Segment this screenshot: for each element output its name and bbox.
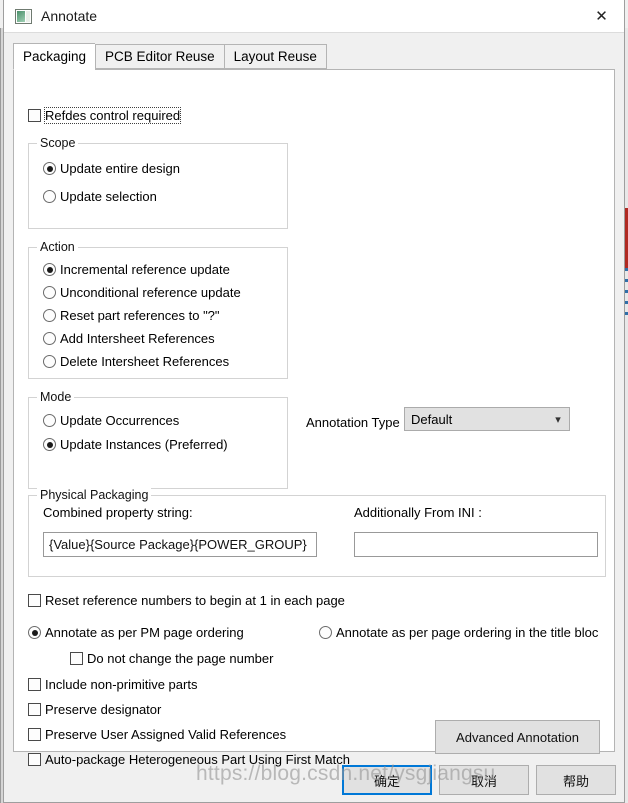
- annotate-dialog: Annotate ✕ Packaging PCB Editor Reuse La…: [3, 0, 625, 803]
- annotate-per-pm-page-ordering-label: Annotate as per PM page ordering: [45, 625, 244, 640]
- packaging-tab-panel: Refdes control required Scope Update ent…: [13, 69, 615, 752]
- action-label-incremental: Incremental reference update: [60, 262, 230, 277]
- help-button[interactable]: 帮助: [536, 765, 616, 795]
- annotate-app-icon: [15, 9, 32, 24]
- dialog-footer: 确定 取消 帮助: [4, 752, 624, 802]
- mode-radio-update-instances[interactable]: [43, 438, 56, 451]
- action-radio-unconditional[interactable]: [43, 286, 56, 299]
- scope-label-update-selection: Update selection: [60, 189, 157, 204]
- action-option-incremental[interactable]: Incremental reference update: [43, 262, 230, 277]
- scope-group-title: Scope: [37, 136, 78, 150]
- action-option-delete-intersheet[interactable]: Delete Intersheet References: [43, 354, 229, 369]
- annotation-type-label: Annotation Type: [306, 415, 400, 430]
- annotate-per-pm-page-ordering-option[interactable]: Annotate as per PM page ordering: [28, 625, 244, 640]
- action-option-unconditional[interactable]: Unconditional reference update: [43, 285, 241, 300]
- combined-property-string-input[interactable]: [43, 532, 317, 557]
- mode-option-update-instances[interactable]: Update Instances (Preferred): [43, 437, 228, 452]
- action-label-reset-part-references: Reset part references to "?": [60, 308, 220, 323]
- action-label-add-intersheet: Add Intersheet References: [60, 331, 215, 346]
- action-group-title: Action: [37, 240, 78, 254]
- reset-reference-numbers-box[interactable]: [28, 594, 41, 607]
- action-group: Action Incremental reference update Unco…: [28, 247, 288, 379]
- include-non-primitive-parts-checkbox[interactable]: Include non-primitive parts: [28, 677, 197, 692]
- reset-reference-numbers-checkbox[interactable]: Reset reference numbers to begin at 1 in…: [28, 593, 353, 608]
- refdes-control-required-box[interactable]: [28, 109, 41, 122]
- preserve-user-assigned-valid-references-checkbox[interactable]: Preserve User Assigned Valid References: [28, 727, 286, 742]
- scope-radio-update-selection[interactable]: [43, 190, 56, 203]
- mode-group: Mode Update Occurrences Update Instances…: [28, 397, 288, 489]
- physical-packaging-group-title: Physical Packaging: [37, 488, 151, 502]
- annotation-type-dropdown[interactable]: Default ▾: [404, 407, 570, 431]
- scope-radio-entire-design[interactable]: [43, 162, 56, 175]
- tab-pcb-editor-reuse[interactable]: PCB Editor Reuse: [95, 44, 224, 69]
- refdes-control-required-label: Refdes control required: [45, 108, 180, 123]
- action-radio-delete-intersheet[interactable]: [43, 355, 56, 368]
- additionally-from-ini-label: Additionally From INI :: [354, 505, 482, 520]
- additionally-from-ini-input[interactable]: [354, 532, 598, 557]
- preserve-designator-checkbox[interactable]: Preserve designator: [28, 702, 161, 717]
- refdes-control-required-checkbox[interactable]: Refdes control required: [28, 108, 180, 123]
- scope-group: Scope Update entire design Update select…: [28, 143, 288, 229]
- chevron-down-icon[interactable]: ▾: [547, 413, 569, 426]
- mode-radio-update-occurrences[interactable]: [43, 414, 56, 427]
- preserve-user-assigned-valid-references-box[interactable]: [28, 728, 41, 741]
- include-non-primitive-parts-label: Include non-primitive parts: [45, 677, 197, 692]
- annotate-per-title-block-ordering-option[interactable]: Annotate as per page ordering in the tit…: [319, 625, 599, 640]
- action-radio-incremental[interactable]: [43, 263, 56, 276]
- annotate-per-title-block-ordering-radio[interactable]: [319, 626, 332, 639]
- preserve-user-assigned-valid-references-label: Preserve User Assigned Valid References: [45, 727, 286, 742]
- scope-option-update-entire-design[interactable]: Update entire design: [43, 161, 180, 176]
- action-option-add-intersheet[interactable]: Add Intersheet References: [43, 331, 215, 346]
- action-label-delete-intersheet: Delete Intersheet References: [60, 354, 229, 369]
- tab-strip: Packaging PCB Editor Reuse Layout Reuse: [13, 44, 624, 69]
- tab-packaging[interactable]: Packaging: [13, 43, 95, 70]
- mode-group-title: Mode: [37, 390, 74, 404]
- annotation-type-value: Default: [405, 412, 547, 427]
- preserve-designator-label: Preserve designator: [45, 702, 161, 717]
- mode-label-update-occurrences: Update Occurrences: [60, 413, 179, 428]
- do-not-change-page-number-box[interactable]: [70, 652, 83, 665]
- combined-property-string-label: Combined property string:: [43, 505, 193, 520]
- tab-layout-reuse[interactable]: Layout Reuse: [224, 44, 327, 69]
- scope-option-update-selection[interactable]: Update selection: [43, 189, 157, 204]
- close-icon[interactable]: ✕: [579, 0, 624, 32]
- include-non-primitive-parts-box[interactable]: [28, 678, 41, 691]
- action-radio-reset-part-references[interactable]: [43, 309, 56, 322]
- action-label-unconditional: Unconditional reference update: [60, 285, 241, 300]
- cancel-button[interactable]: 取消: [439, 765, 529, 795]
- physical-packaging-group: Physical Packaging Combined property str…: [28, 495, 606, 577]
- title-bar: Annotate ✕: [4, 0, 624, 33]
- mode-label-update-instances: Update Instances (Preferred): [60, 437, 228, 452]
- preserve-designator-box[interactable]: [28, 703, 41, 716]
- do-not-change-page-number-label: Do not change the page number: [87, 651, 273, 666]
- action-option-reset-part-references[interactable]: Reset part references to "?": [43, 308, 220, 323]
- annotate-per-title-block-ordering-label: Annotate as per page ordering in the tit…: [336, 625, 599, 640]
- scope-label-entire-design: Update entire design: [60, 161, 180, 176]
- window-title: Annotate: [41, 8, 97, 24]
- action-radio-add-intersheet[interactable]: [43, 332, 56, 345]
- mode-option-update-occurrences[interactable]: Update Occurrences: [43, 413, 179, 428]
- annotate-per-pm-page-ordering-radio[interactable]: [28, 626, 41, 639]
- do-not-change-page-number-checkbox[interactable]: Do not change the page number: [70, 651, 273, 666]
- advanced-annotation-button[interactable]: Advanced Annotation: [435, 720, 600, 754]
- ok-button[interactable]: 确定: [342, 765, 432, 795]
- reset-reference-numbers-label: Reset reference numbers to begin at 1 in…: [45, 593, 345, 608]
